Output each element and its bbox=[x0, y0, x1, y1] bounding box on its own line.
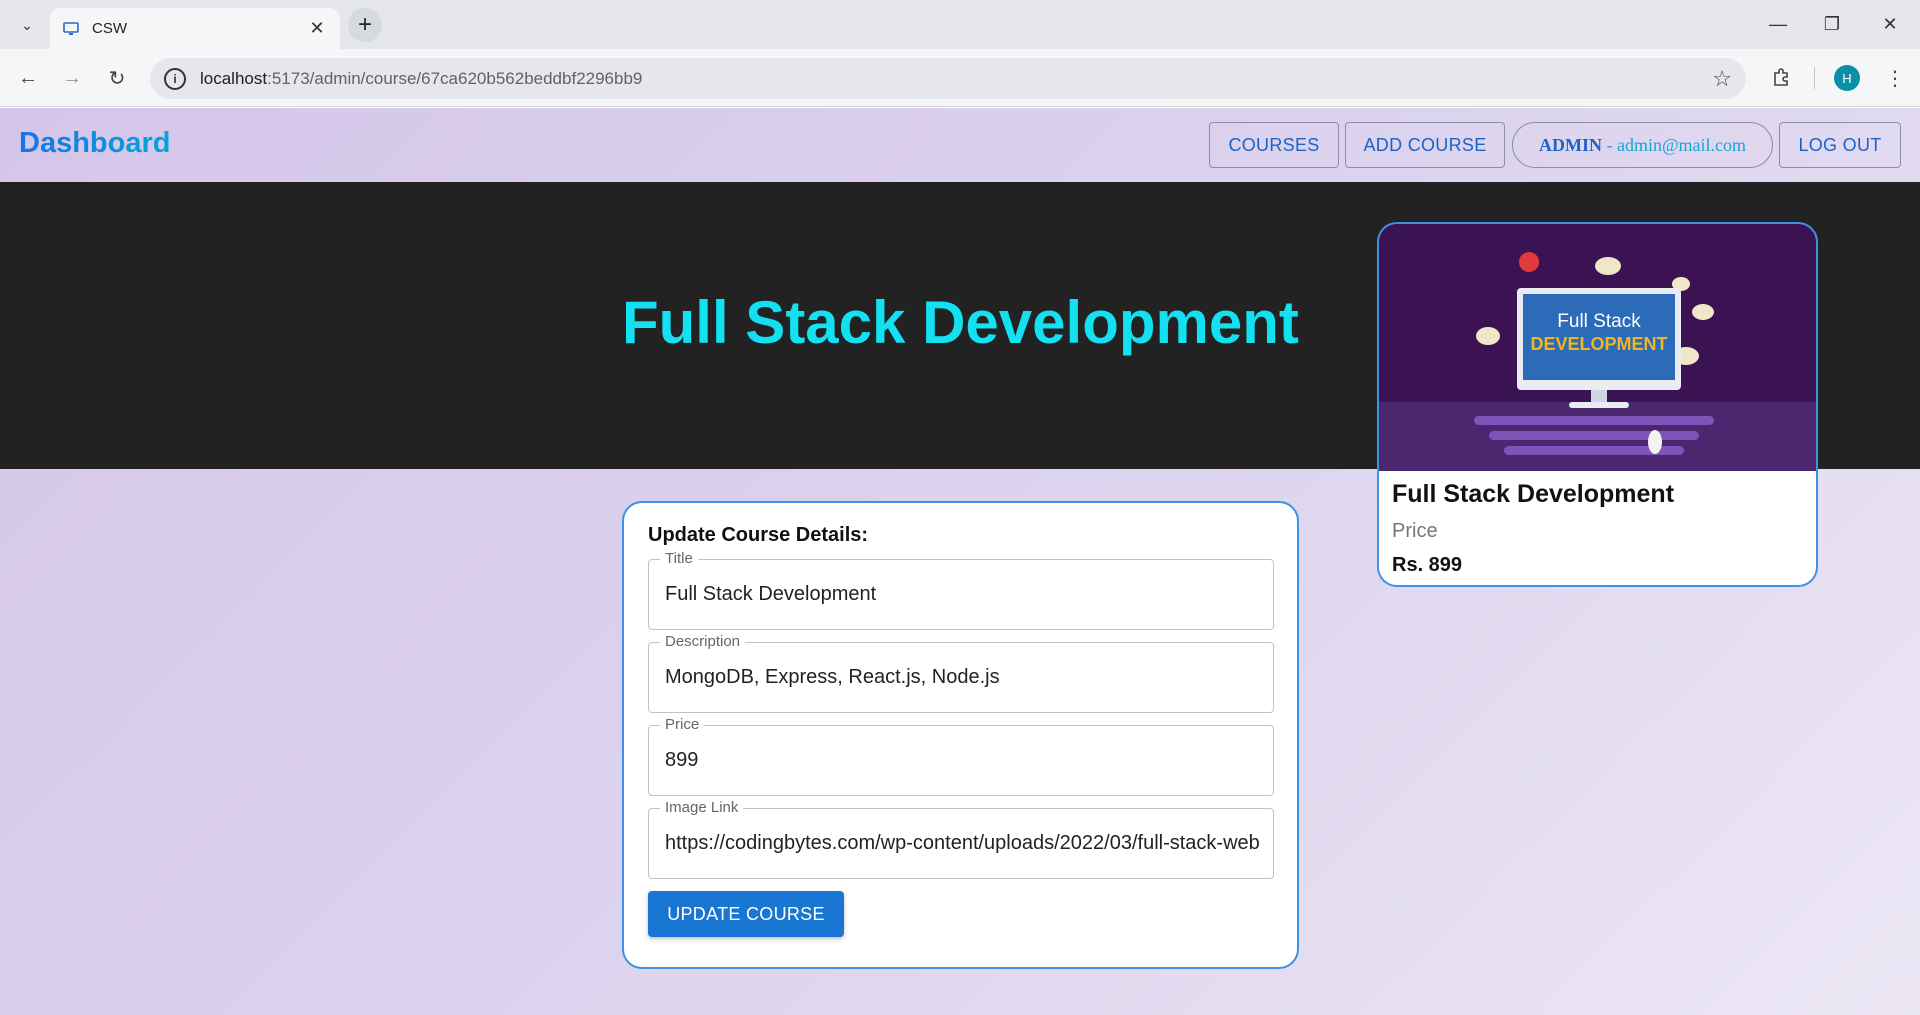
minimize-icon[interactable]: — bbox=[1758, 8, 1798, 40]
update-course-form: Update Course Details: Title Full Stack … bbox=[622, 501, 1299, 969]
preview-title: Full Stack Development bbox=[1392, 480, 1675, 508]
course-preview-card[interactable]: Full Stack DEVELOPMENT Full Stack Develo… bbox=[1377, 222, 1818, 587]
update-course-button[interactable]: UPDATE COURSE bbox=[648, 891, 844, 937]
course-image-text-line2: DEVELOPMENT bbox=[1530, 334, 1667, 354]
preview-price: Rs. 899 bbox=[1392, 554, 1463, 576]
monitor-favicon-icon bbox=[62, 21, 80, 37]
title-field[interactable]: Title Full Stack Development bbox=[648, 550, 1274, 630]
hero-title: Full Stack Development bbox=[622, 289, 1299, 356]
reload-icon[interactable]: ↻ bbox=[101, 62, 133, 94]
courses-button[interactable]: COURSES bbox=[1209, 122, 1339, 168]
browser-tab-strip: ⌄ CSW ✕ + — ❐ ✕ bbox=[0, 0, 1920, 49]
back-icon[interactable]: ← bbox=[12, 62, 44, 94]
profile-avatar[interactable]: H bbox=[1834, 65, 1860, 91]
browser-tab[interactable]: CSW ✕ bbox=[50, 8, 340, 49]
admin-sep: - bbox=[1601, 134, 1617, 155]
window-close-icon[interactable]: ✕ bbox=[1870, 8, 1910, 40]
star-icon[interactable]: ☆ bbox=[1712, 66, 1732, 92]
price-field[interactable]: Price 899 bbox=[648, 716, 1274, 796]
extensions-icon[interactable] bbox=[1766, 60, 1798, 94]
description-field[interactable]: Description MongoDB, Express, React.js, … bbox=[648, 633, 1274, 713]
course-image-text-line1: Full Stack bbox=[1557, 311, 1641, 332]
browser-toolbar: ← → ↻ i localhost:5173/admin/course/67ca… bbox=[0, 49, 1920, 107]
address-bar[interactable]: i localhost:5173/admin/course/67ca620b56… bbox=[150, 58, 1746, 99]
logout-button[interactable]: LOG OUT bbox=[1779, 122, 1901, 168]
toolbar-separator bbox=[1814, 67, 1815, 89]
price-input[interactable]: 899 bbox=[665, 726, 1259, 795]
course-image: Full Stack DEVELOPMENT bbox=[1379, 224, 1816, 471]
dashboard-brand[interactable]: Dashboard bbox=[19, 127, 170, 160]
image-link-input[interactable]: https://codingbytes.com/wp-content/uploa… bbox=[665, 809, 1259, 878]
tab-list-icon[interactable]: ⌄ bbox=[14, 12, 40, 38]
image-link-field[interactable]: Image Link https://codingbytes.com/wp-co… bbox=[648, 799, 1274, 879]
url-host: localhost bbox=[200, 68, 268, 88]
restore-icon[interactable]: ❐ bbox=[1812, 8, 1852, 40]
close-icon[interactable]: ✕ bbox=[306, 18, 328, 40]
add-course-button[interactable]: ADD COURSE bbox=[1345, 122, 1505, 168]
description-input[interactable]: MongoDB, Express, React.js, Node.js bbox=[665, 643, 1259, 712]
info-icon[interactable]: i bbox=[164, 67, 186, 90]
app-bar: Dashboard COURSES ADD COURSE ADMIN - adm… bbox=[0, 108, 1920, 182]
form-heading: Update Course Details: bbox=[648, 524, 869, 546]
admin-email: admin@mail.com bbox=[1616, 134, 1747, 155]
tab-title: CSW bbox=[92, 20, 127, 37]
preview-price-label: Price bbox=[1392, 520, 1438, 542]
kebab-menu-icon[interactable]: ⋮ bbox=[1880, 62, 1910, 94]
title-input[interactable]: Full Stack Development bbox=[665, 560, 1259, 629]
url-path: :5173/admin/course/67ca620b562beddbf2296… bbox=[267, 68, 643, 88]
forward-icon[interactable]: → bbox=[56, 62, 88, 94]
page: Dashboard COURSES ADD COURSE ADMIN - adm… bbox=[0, 108, 1920, 1015]
admin-profile-chip[interactable]: ADMIN - admin@mail.com bbox=[1512, 122, 1773, 168]
plus-icon[interactable]: + bbox=[348, 8, 382, 42]
admin-role: ADMIN bbox=[1538, 134, 1602, 155]
